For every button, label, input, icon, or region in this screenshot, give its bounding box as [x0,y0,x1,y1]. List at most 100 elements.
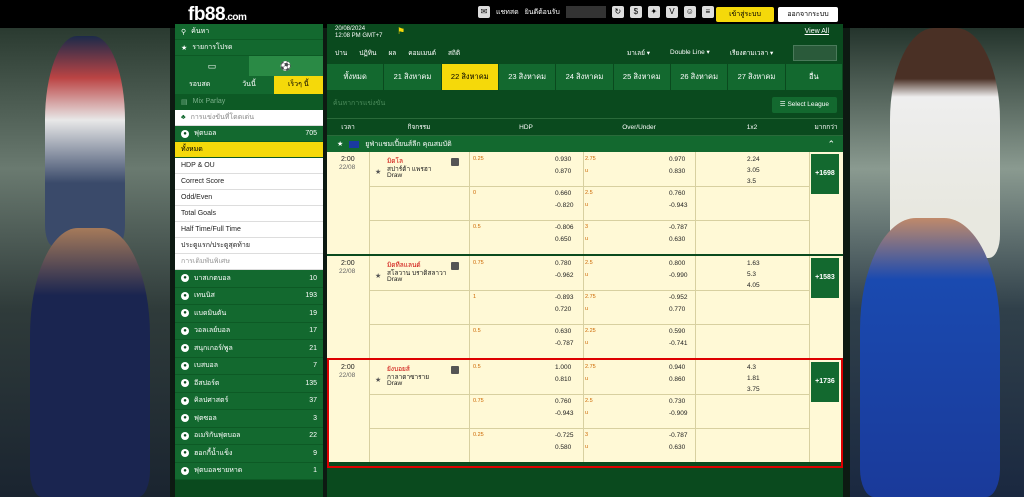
sidebar-sport-item[interactable]: ● แบดมินตัน 19 [175,305,323,323]
stats-icon[interactable] [451,158,459,166]
date-tab-24[interactable]: 24 สิงหาคม [556,64,614,90]
hdp-odds-home[interactable]: -0.893 [555,294,573,301]
ou-odds-over[interactable]: 0.970 [669,156,685,163]
view-all-link[interactable]: View All [805,28,829,35]
ou-odds-over[interactable]: 0.760 [669,190,685,197]
hdp-odds-home[interactable]: 0.930 [555,156,571,163]
date-tab-23[interactable]: 23 สิงหาคม [498,64,557,90]
football-item-first-last-goal[interactable]: ประตูแรก/ประตูสุดท้าย [175,238,323,254]
favorite-star-icon[interactable]: ★ [375,168,381,176]
football-item-specials[interactable]: การเดิมพันพิเศษ [175,254,323,270]
sort-select[interactable]: เรียงตามเวลา ▾ [730,48,773,58]
tab-live[interactable]: รอบสด [175,76,225,94]
filter-home[interactable]: บ่าน [335,48,347,58]
football-item-hdp-ou[interactable]: HDP & OU [175,158,323,174]
sidebar-sport-item[interactable]: ● อีสปอร์ต 135 [175,375,323,393]
sidebar-search[interactable]: ⚲ ค้นหา [175,24,323,40]
chevron-up-icon[interactable]: ⌃ [827,139,835,150]
hdp-odds-away[interactable]: 0.650 [555,236,571,243]
odds-2[interactable]: 4.05 [747,282,760,289]
hdp-odds-away[interactable]: 0.870 [555,168,571,175]
date-tab-26[interactable]: 26 สิงหาคม [670,64,729,90]
search-box[interactable] [793,45,837,61]
hdp-odds-away[interactable]: -0.962 [555,272,573,279]
tab-upcoming[interactable]: เร็วๆ นี้ [273,76,323,94]
odds-x[interactable]: 3.05 [747,167,760,174]
more-bets-button[interactable]: +1583 [811,258,839,298]
ou-odds-under[interactable]: -0.943 [669,202,687,209]
football-item-ht-ft[interactable]: Half Time/Full Time [175,222,323,238]
date-tab-other[interactable]: อื่น [785,64,843,90]
tv-icon[interactable]: ▭ [175,56,249,76]
select-league-button[interactable]: ☰ Select League [771,97,837,113]
football-item-all[interactable]: ทั้งหมด [175,142,323,158]
chat-icon[interactable]: ✉ [478,6,490,18]
odds-1[interactable]: 1.63 [747,260,760,267]
line-type-select[interactable]: Double Line ▾ [670,48,710,58]
date-tab-21[interactable]: 21 สิงหาคม [384,64,442,90]
sidebar-featured[interactable]: ♣ การแข่งขันที่โดดเด่น [175,110,323,126]
sidebar-sport-item[interactable]: ● เทนนิส 193 [175,287,323,305]
sidebar-favorites[interactable]: ★ รายการโปรด [175,40,323,56]
more-bets-button[interactable]: +1698 [811,154,839,194]
vip-icon[interactable]: V [665,6,678,18]
sidebar-sport-item[interactable]: ● วอลเลย์บอล 17 [175,322,323,340]
star-icon[interactable]: ★ [337,140,343,148]
hdp-odds-home[interactable]: -0.806 [555,224,573,231]
chat-label[interactable]: แชทสด [496,7,519,18]
sidebar-football[interactable]: ● ฟุตบอล 705 [175,126,323,142]
football-item-odd-even[interactable]: Odd/Even [175,190,323,206]
odds-2[interactable]: 3.5 [747,178,756,185]
ou-odds-over[interactable]: 0.800 [669,260,685,267]
hdp-odds-home[interactable]: 0.660 [555,190,571,197]
sidebar-sport-item[interactable]: ● สนุกเกอร์/พูล 21 [175,340,323,358]
filter-stats[interactable]: สถิติ [448,48,460,58]
date-tab-25[interactable]: 25 สิงหาคม [613,64,671,90]
menu-icon[interactable]: ≡ [701,6,714,18]
sidebar-sport-item[interactable]: ● คิลปศาสตร์ 37 [175,392,323,410]
filter-calendar[interactable]: ปฏิทิน [359,48,376,58]
date-tab-27[interactable]: 27 สิงหาคม [728,64,786,90]
ou-odds-under[interactable]: 0.830 [669,168,685,175]
login-button[interactable]: เข้าสู่ระบบ [716,7,774,22]
date-tab-all[interactable]: ทั้งหมด [327,64,385,90]
ou-odds-under[interactable]: -0.990 [669,272,687,279]
sidebar-sport-item[interactable]: ● ฟุตบอลชายหาด 1 [175,462,323,480]
hdp-odds-away[interactable]: -0.820 [555,202,573,209]
user-icon[interactable]: ☺ [683,6,696,18]
ou-odds-under[interactable]: 0.770 [669,306,685,313]
sidebar-sport-item[interactable]: ● บาสเกตบอล 10 [175,270,323,288]
soccer-ball-icon[interactable]: ⚽ [249,56,323,76]
filter-results[interactable]: ผล [388,48,396,58]
football-item-correct-score[interactable]: Correct Score [175,174,323,190]
refresh-icon[interactable]: ↻ [611,6,624,18]
wallet-icon[interactable]: $ [629,6,642,18]
hdp-odds-home[interactable]: 0.630 [555,328,571,335]
date-tab-22[interactable]: 22 สิงหาคม [441,64,499,90]
match-search-input[interactable]: ค้นหาการแข่งขัน [333,98,385,109]
ou-odds-over[interactable]: -0.787 [669,224,687,231]
sidebar-sport-item[interactable]: ● ฮอกกี้น้ำแข็ง 9 [175,445,323,463]
ou-odds-under[interactable]: -0.741 [669,340,687,347]
sidebar-sport-item[interactable]: ● เบสบอล 7 [175,357,323,375]
filter-comments[interactable]: คอมเมนต์ [408,48,436,58]
stats-icon[interactable] [451,262,459,270]
football-item-total-goals[interactable]: Total Goals [175,206,323,222]
ou-odds-under[interactable]: 0.630 [669,236,685,243]
logo[interactable]: fb88.com [188,4,247,26]
logout-button[interactable]: ออกจากระบบ [778,7,838,22]
favorite-star-icon[interactable]: ★ [375,272,381,280]
sidebar-mix-parlay[interactable]: ▤ Mix Parlay [175,94,323,110]
hdp-odds-away[interactable]: 0.720 [555,306,571,313]
tab-today[interactable]: วันนี้ [224,76,274,94]
gift-icon[interactable]: ✦ [647,6,660,18]
sidebar-sport-item[interactable]: ● อเมริกันฟุตบอล 22 [175,427,323,445]
odds-x[interactable]: 5.3 [747,271,756,278]
ou-odds-over[interactable]: 0.590 [669,328,685,335]
ou-odds-over[interactable]: -0.952 [669,294,687,301]
hdp-odds-home[interactable]: 0.780 [555,260,571,267]
odds-type-select[interactable]: มาเลย์ ▾ [627,48,650,58]
sidebar-sport-item[interactable]: ● ฟุตซอล 3 [175,410,323,428]
hdp-odds-away[interactable]: -0.787 [555,340,573,347]
odds-1[interactable]: 2.24 [747,156,760,163]
